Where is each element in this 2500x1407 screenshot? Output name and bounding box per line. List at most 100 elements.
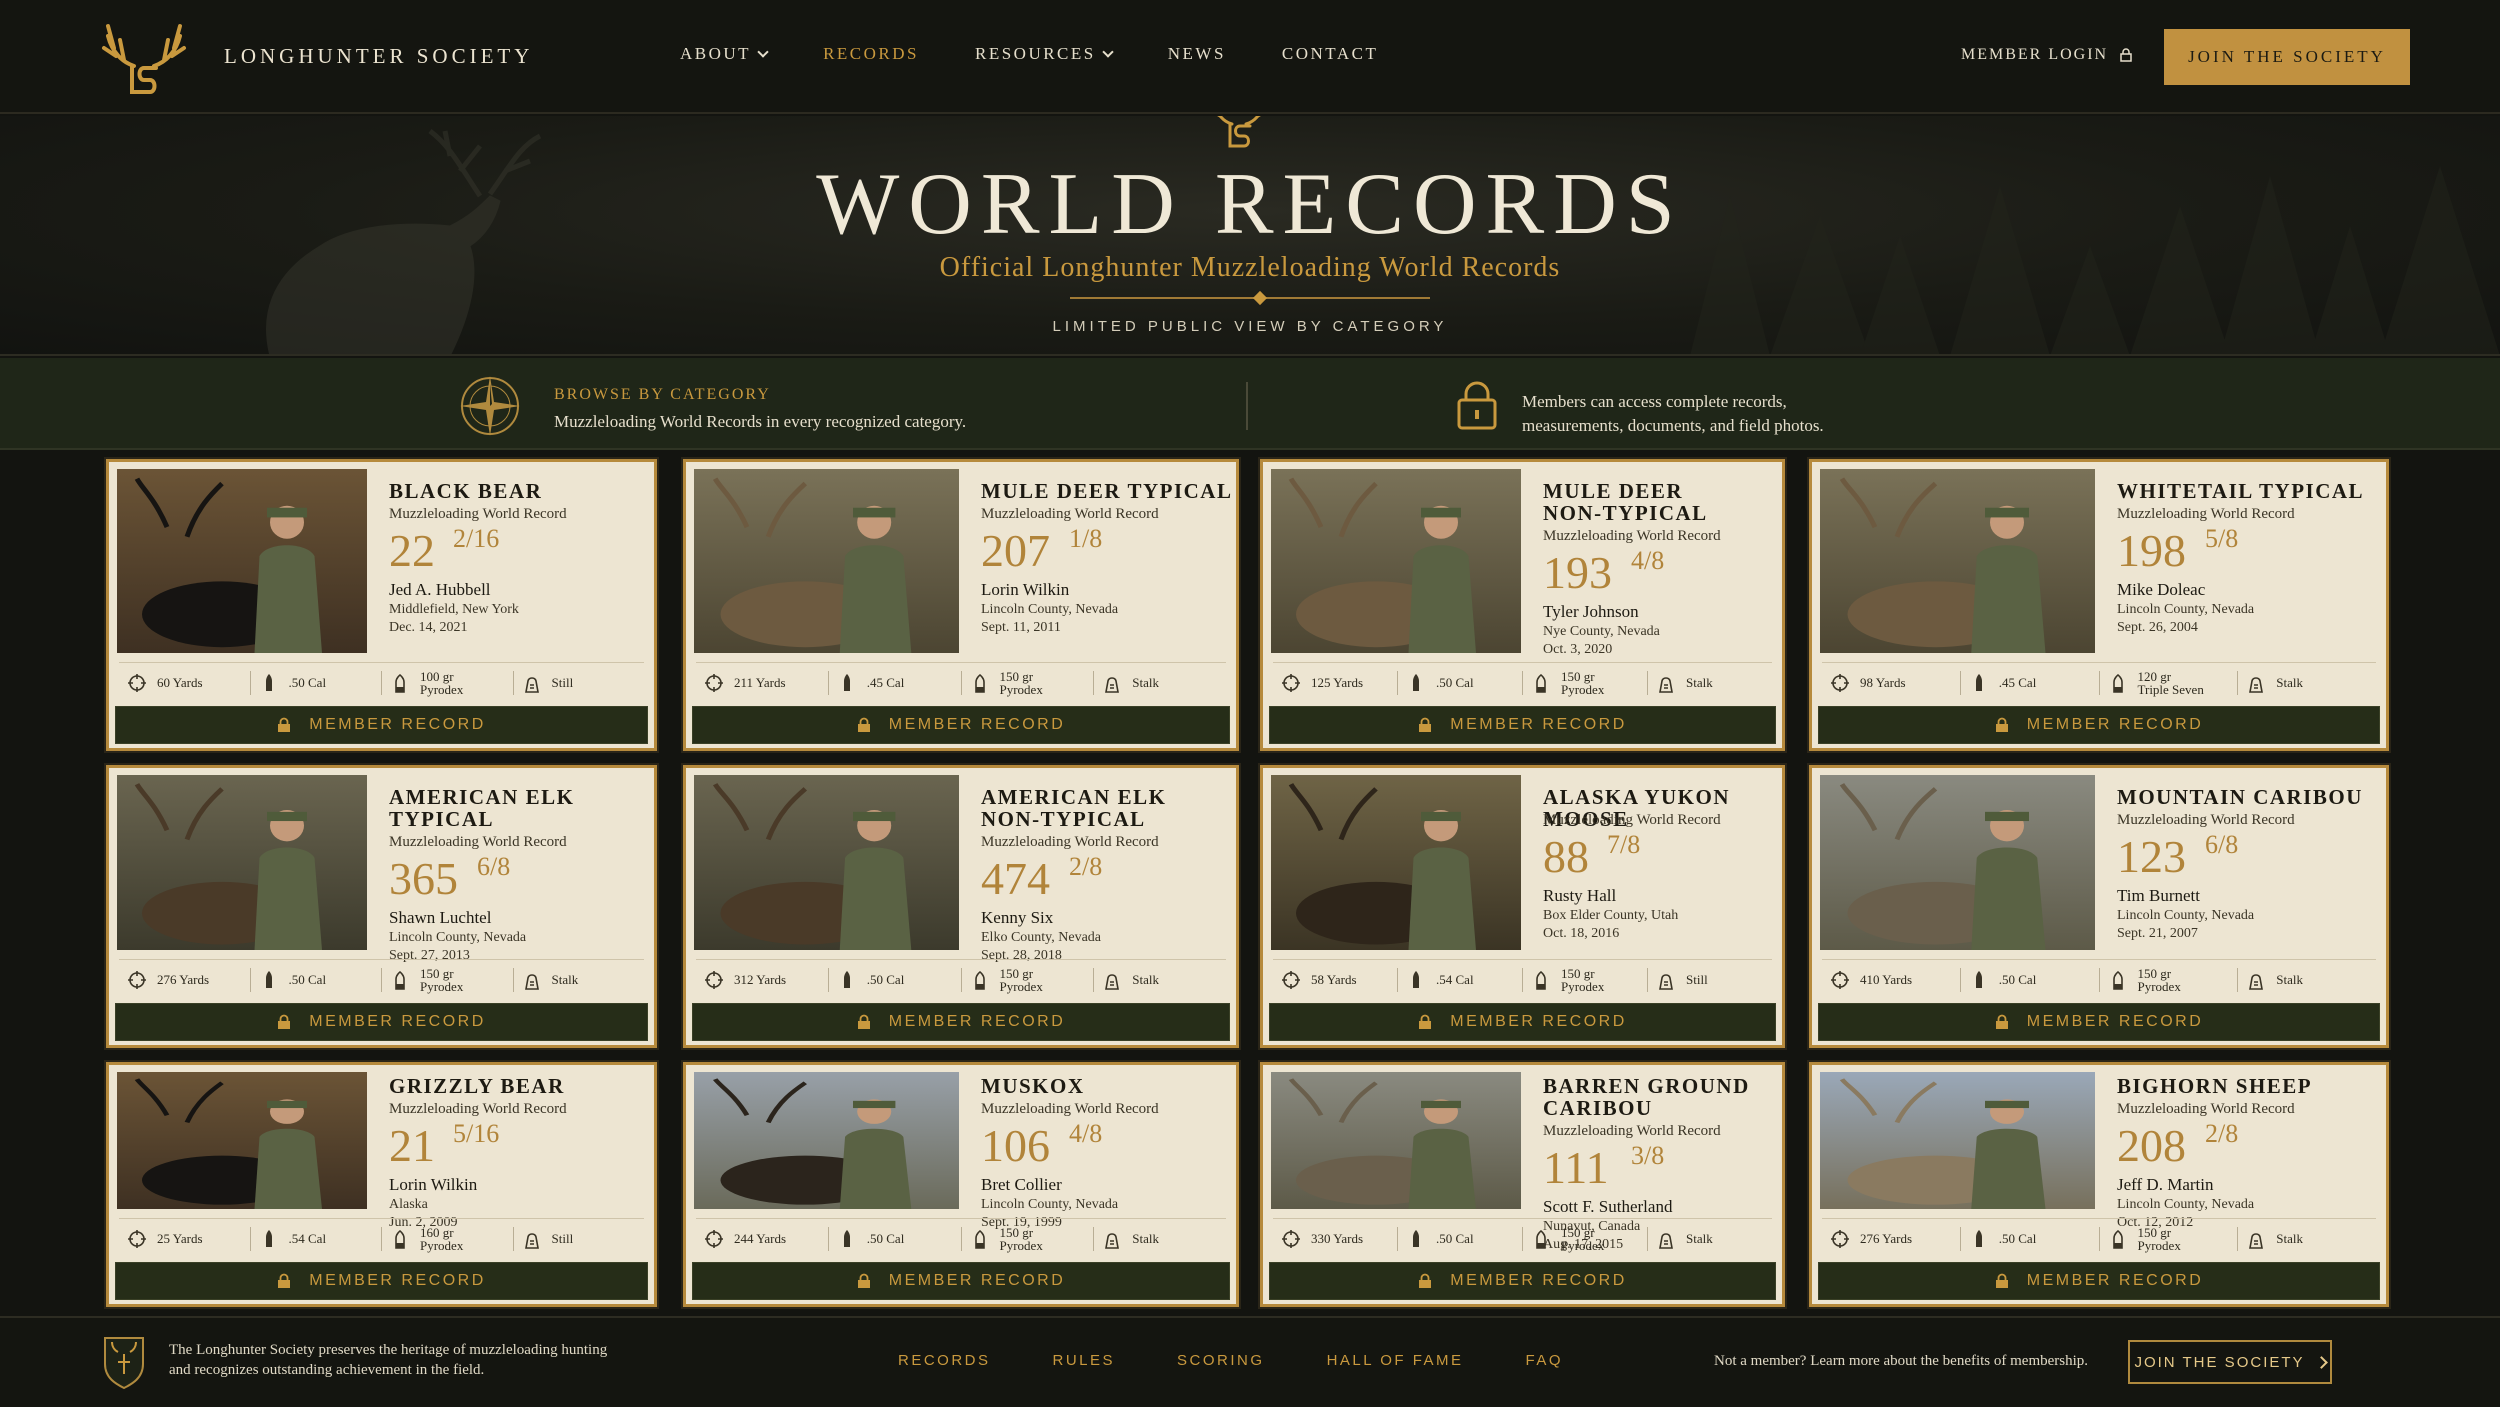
member-record-button[interactable]: MEMBER RECORD xyxy=(692,1003,1230,1041)
antler-logo-icon[interactable] xyxy=(98,22,190,98)
record-card[interactable]: ALASKA YUKON MOOSE Muzzleloading World R… xyxy=(1260,765,1785,1048)
member-record-button[interactable]: MEMBER RECORD xyxy=(1269,1262,1776,1300)
footer-link-records[interactable]: RECORDS xyxy=(898,1352,991,1369)
member-record-button[interactable]: MEMBER RECORD xyxy=(692,1262,1230,1300)
record-title: BIGHORN SHEEP xyxy=(2117,1075,2384,1097)
record-location: Lincoln County, Nevada xyxy=(2117,908,2255,923)
record-photo[interactable] xyxy=(1271,469,1521,653)
hunting-method-icon xyxy=(1105,1232,1120,1249)
member-record-button[interactable]: MEMBER RECORD xyxy=(115,1003,648,1041)
footer-link-hall-of-fame[interactable]: HALL OF FAME xyxy=(1327,1352,1464,1369)
record-card[interactable]: AMERICAN ELK NON-TYPICAL Muzzleloading Wo… xyxy=(683,765,1239,1048)
record-card[interactable]: AMERICAN ELK TYPICAL Muzzleloading World … xyxy=(106,765,657,1048)
record-photo[interactable] xyxy=(694,1072,959,1209)
member-record-button[interactable]: MEMBER RECORD xyxy=(115,1262,648,1300)
stat-distance-value: 58 Yards xyxy=(1311,972,1357,987)
footer-link-faq[interactable]: FAQ xyxy=(1526,1352,1564,1369)
stat-caliber-value: .45 Cal xyxy=(866,675,905,690)
record-photo[interactable] xyxy=(1820,775,2095,950)
member-record-button[interactable]: MEMBER RECORD xyxy=(115,706,648,744)
member-record-button[interactable]: MEMBER RECORD xyxy=(1818,1262,2380,1300)
stat-distance: 98 Yards xyxy=(1822,670,1961,695)
member-record-button[interactable]: MEMBER RECORD xyxy=(692,706,1230,744)
record-title-line: MOUNTAIN CARIBOU xyxy=(2117,785,2363,809)
lock-icon xyxy=(278,1273,291,1288)
record-photo[interactable] xyxy=(1820,1072,2095,1209)
stat-powder-type: Pyrodex xyxy=(420,681,464,697)
record-card[interactable]: MULE DEER NON-TYPICAL Muzzleloading World… xyxy=(1260,459,1785,751)
record-location: Lincoln County, Nevada xyxy=(2117,602,2255,617)
stat-powder-type: Pyrodex xyxy=(2137,1237,2181,1253)
record-score-fraction: 2/8 xyxy=(2205,1119,2239,1148)
record-card[interactable]: MULE DEER TYPICAL Muzzleloading World Re… xyxy=(683,459,1239,751)
nav-about[interactable]: ABOUT xyxy=(680,44,769,64)
record-photo[interactable] xyxy=(117,1072,367,1209)
stat-method-value: Still xyxy=(1686,972,1708,987)
record-photo[interactable] xyxy=(1271,1072,1521,1209)
stat-caliber-value: .50 Cal xyxy=(1998,972,2037,987)
record-title-line: NON-TYPICAL xyxy=(1543,501,1708,525)
record-title: AMERICAN ELK TYPICAL xyxy=(389,786,652,830)
record-card[interactable]: BIGHORN SHEEP Muzzleloading World Record… xyxy=(1809,1062,2389,1307)
record-photo[interactable] xyxy=(1820,469,2095,653)
stat-powder-type: Pyrodex xyxy=(2137,978,2181,994)
crosshair-icon xyxy=(128,1229,146,1248)
stat-powder-type: Triple Seven xyxy=(2137,681,2204,697)
nav-news[interactable]: NEWS xyxy=(1168,44,1226,64)
chevron-right-icon xyxy=(2314,1355,2328,1369)
record-location: Lincoln County, Nevada xyxy=(389,930,527,945)
record-subtitle: Muzzleloading World Record xyxy=(2117,506,2295,522)
hunter-name: Lorin Wilkin xyxy=(389,1175,478,1194)
member-record-button[interactable]: MEMBER RECORD xyxy=(1818,1003,2380,1041)
antler-emblem-icon xyxy=(1217,116,1261,148)
record-stats: 276 Yards .50 Cal 150 gr Pyrodex Stalk xyxy=(1822,1218,2376,1258)
browse-text: Muzzleloading World Records in every rec… xyxy=(554,412,967,431)
record-title-line: BLACK BEAR xyxy=(389,479,543,503)
record-card[interactable]: WHITETAIL TYPICAL Muzzleloading World Re… xyxy=(1809,459,2389,751)
member-record-button[interactable]: MEMBER RECORD xyxy=(1269,1003,1776,1041)
footer-link-scoring[interactable]: SCORING xyxy=(1177,1352,1265,1369)
nav-contact[interactable]: CONTACT xyxy=(1282,44,1378,64)
bullet-icon xyxy=(843,673,850,691)
record-title-line: MULE DEER TYPICAL xyxy=(981,479,1233,503)
record-score: 22 xyxy=(389,525,435,576)
hunter-name: Shawn Luchtel xyxy=(389,908,492,927)
record-card[interactable]: GRIZZLY BEAR Muzzleloading World Record … xyxy=(106,1062,657,1307)
record-card[interactable]: MOUNTAIN CARIBOU Muzzleloading World Rec… xyxy=(1809,765,2389,1048)
member-record-button[interactable]: MEMBER RECORD xyxy=(1269,706,1776,744)
powder-charge-icon xyxy=(395,970,405,990)
member-record-label: MEMBER RECORD xyxy=(888,1272,1066,1289)
record-card[interactable]: BLACK BEAR Muzzleloading World Record 22… xyxy=(106,459,657,751)
record-card[interactable]: BARREN GROUND CARIBOU Muzzleloading World… xyxy=(1260,1062,1785,1307)
record-card[interactable]: MUSKOX Muzzleloading World Record 106 4/… xyxy=(683,1062,1239,1307)
brand-name[interactable]: LONGHUNTER SOCIETY xyxy=(224,44,533,69)
record-stats: 244 Yards .50 Cal 150 gr Pyrodex Stalk xyxy=(696,1218,1226,1258)
powder-charge-icon xyxy=(1536,970,1546,990)
stat-powder: 150 gr Pyrodex xyxy=(1523,670,1648,696)
record-photo[interactable] xyxy=(117,775,367,950)
stat-method: Stalk xyxy=(1094,671,1226,695)
nav-records[interactable]: RECORDS xyxy=(823,44,919,64)
record-photo[interactable] xyxy=(117,469,367,653)
stat-method-value: Stalk xyxy=(1686,675,1713,690)
record-photo[interactable] xyxy=(1271,775,1521,950)
footer-link-rules[interactable]: RULES xyxy=(1053,1352,1116,1369)
stat-method: Stalk xyxy=(2238,968,2376,992)
record-stats: 58 Yards .54 Cal 150 gr Pyrodex Still xyxy=(1273,959,1772,999)
membership-benefits-link[interactable]: Not a member? Learn more about the benef… xyxy=(1714,1353,2088,1370)
crosshair-icon xyxy=(1282,1229,1300,1248)
footer-join-button[interactable]: JOIN THE SOCIETY xyxy=(2128,1340,2332,1384)
stat-powder-type: Pyrodex xyxy=(999,681,1043,697)
hunter-name: Scott F. Sutherland xyxy=(1543,1197,1673,1216)
stat-method-value: Stalk xyxy=(2276,1231,2303,1246)
stat-powder-value: 100 gr Pyrodex xyxy=(420,670,463,696)
record-title-line: GRIZZLY BEAR xyxy=(389,1074,565,1098)
member-record-label: MEMBER RECORD xyxy=(309,716,486,733)
stat-powder-value: 150 gr Pyrodex xyxy=(1000,670,1043,696)
record-photo[interactable] xyxy=(694,469,959,653)
join-society-button[interactable]: JOIN THE SOCIETY xyxy=(2164,29,2410,85)
member-login-link[interactable]: MEMBER LOGIN xyxy=(1961,46,2132,64)
record-photo[interactable] xyxy=(694,775,959,950)
nav-resources[interactable]: RESOURCES xyxy=(975,44,1114,64)
member-record-button[interactable]: MEMBER RECORD xyxy=(1818,706,2380,744)
